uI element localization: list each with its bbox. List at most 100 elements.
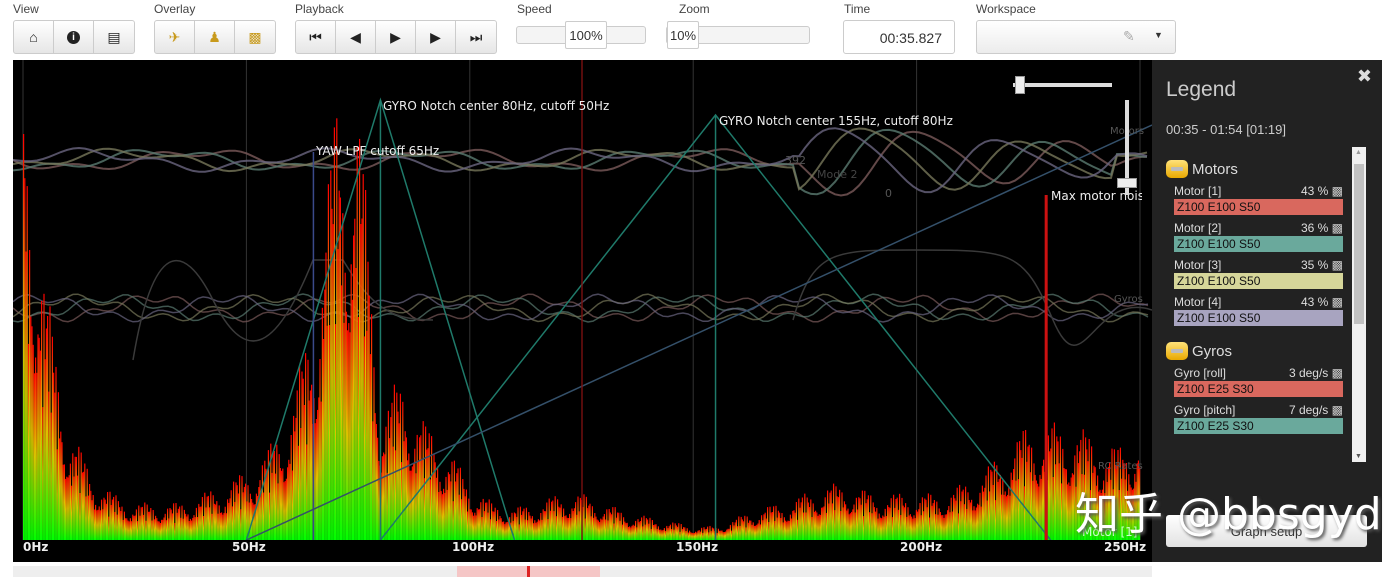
- legend-time-range: 00:35 - 01:54 [01:19]: [1166, 122, 1286, 137]
- step-back-button[interactable]: ◀: [336, 21, 376, 53]
- spectrum-icon[interactable]: ▩: [1332, 258, 1343, 272]
- field-setting[interactable]: Z100 E100 S50: [1174, 273, 1343, 289]
- step-forward-button[interactable]: ▶: [416, 21, 456, 53]
- spectrum-bar: [657, 526, 659, 540]
- field-setting[interactable]: Z100 E100 S50: [1174, 236, 1343, 252]
- spectrum-bar: [698, 530, 700, 540]
- spectrum-bar: [1053, 422, 1055, 540]
- jump-end-button[interactable]: ⏭: [456, 21, 496, 53]
- spectrum-bar: [840, 511, 842, 540]
- legend-field[interactable]: Motor [3] 35 % ▩ Z100 E100 S50: [1174, 258, 1343, 289]
- gyro-trace: [13, 293, 1149, 323]
- spectrum-bar: [956, 487, 958, 540]
- legend-field[interactable]: Motor [1] 43 % ▩ Z100 E100 S50: [1174, 184, 1343, 215]
- log-table-button[interactable]: ▤: [94, 21, 134, 53]
- close-icon[interactable]: ✖: [1357, 66, 1372, 87]
- legend-scrollbar[interactable]: ▲ ▼: [1352, 147, 1366, 462]
- spectrum-bar: [325, 252, 327, 540]
- collapse-toggle-icon[interactable]: [1166, 160, 1188, 178]
- legend-field[interactable]: Gyro [pitch] 7 deg/s ▩ Z100 E25 S30: [1174, 403, 1343, 434]
- field-setting[interactable]: Z100 E25 S30: [1174, 418, 1343, 434]
- spectrum-bar: [80, 452, 82, 540]
- spectrum-bar: [217, 513, 219, 540]
- spectrum-bar: [612, 507, 614, 540]
- spectrum-bar: [827, 490, 829, 540]
- play-button[interactable]: ▶: [376, 21, 416, 53]
- spectrum-icon[interactable]: ▩: [1332, 221, 1343, 235]
- spectrum-icon[interactable]: ▩: [1332, 366, 1343, 380]
- analyser-zoom-x-handle[interactable]: [1015, 76, 1025, 94]
- scroll-up-icon[interactable]: ▲: [1355, 149, 1362, 156]
- home-button[interactable]: ⌂: [14, 21, 54, 53]
- spectrum-bar: [1004, 491, 1006, 540]
- spectrum-bar: [710, 531, 712, 540]
- spectrum-bar: [965, 486, 967, 540]
- spectrum-bar: [542, 509, 544, 540]
- spectrum-bar: [567, 518, 569, 540]
- spectrum-bar: [362, 174, 364, 540]
- spectrum-bar: [515, 513, 517, 540]
- scroll-down-icon[interactable]: ▼: [1355, 453, 1362, 460]
- spectrum-bar: [853, 504, 855, 540]
- step-forward-icon: ▶: [430, 28, 441, 45]
- time-input[interactable]: 00:35.827: [843, 20, 955, 54]
- spectrum-bar: [111, 499, 113, 540]
- spectrum-bar: [983, 491, 985, 540]
- legend-group-gyros[interactable]: Gyros: [1166, 342, 1343, 360]
- spectrum-icon[interactable]: ▩: [1332, 403, 1343, 417]
- spectrum-bar: [861, 490, 863, 540]
- analyser-zoom-x-slider[interactable]: [1013, 83, 1112, 87]
- spectrum-bar: [480, 502, 482, 540]
- zoom-handle[interactable]: 10%: [667, 21, 699, 49]
- scrollbar-thumb[interactable]: [1354, 164, 1364, 324]
- spectrum-bar: [1056, 436, 1058, 540]
- spectrum-bar: [222, 514, 224, 540]
- spectrum-icon[interactable]: ▩: [1332, 295, 1343, 309]
- spectrum-bar: [461, 499, 463, 540]
- spectrum-bar: [530, 518, 532, 540]
- timeline-cursor[interactable]: [527, 566, 530, 577]
- spectrum-bar: [669, 524, 671, 540]
- speed-handle[interactable]: 100%: [565, 21, 607, 49]
- spectrum-bar: [317, 409, 319, 540]
- spectrum-bar: [243, 486, 245, 540]
- spectrum-bar: [613, 523, 615, 540]
- legend-group-motors[interactable]: Motors: [1166, 160, 1343, 178]
- info-button[interactable]: i: [54, 21, 94, 53]
- spectrum-bar: [907, 507, 909, 540]
- spectrum-graph[interactable]: [13, 60, 1152, 562]
- spectrum-bar: [168, 518, 170, 540]
- spectrum-bar: [429, 479, 431, 540]
- pencil-icon[interactable]: ✎: [1123, 28, 1135, 45]
- watermark: 知乎 @bbsgyd: [1075, 489, 1382, 540]
- analyser-zoom-y-handle[interactable]: [1117, 178, 1137, 188]
- spectrum-bar: [963, 504, 965, 540]
- sticks-overlay-button[interactable]: ♟: [195, 21, 235, 53]
- spectrum-bar: [463, 488, 465, 540]
- jump-start-button[interactable]: ⏮: [296, 21, 336, 53]
- legend-field[interactable]: Motor [4] 43 % ▩ Z100 E100 S50: [1174, 295, 1343, 326]
- spectrum-bar: [1049, 451, 1051, 540]
- spectrum-bar: [762, 520, 764, 540]
- spectrum-bar: [498, 519, 500, 540]
- legend-field[interactable]: Motor [2] 36 % ▩ Z100 E100 S50: [1174, 221, 1343, 252]
- craft-overlay-button[interactable]: ✈: [155, 21, 195, 53]
- spectrum-bar: [467, 511, 469, 540]
- workspace-select[interactable]: ✎ ▼: [976, 20, 1176, 54]
- spectrum-icon[interactable]: ▩: [1332, 184, 1343, 198]
- field-setting[interactable]: Z100 E25 S30: [1174, 381, 1343, 397]
- spectrum-bar: [974, 510, 976, 540]
- spectrum-bar: [522, 511, 524, 540]
- zoom-label: Zoom: [679, 2, 710, 16]
- analyser-overlay-button[interactable]: ▩: [235, 21, 275, 53]
- collapse-toggle-icon[interactable]: [1166, 342, 1188, 360]
- spectrum-bar: [439, 481, 441, 540]
- spectrum-bar: [756, 524, 758, 540]
- field-setting[interactable]: Z100 E100 S50: [1174, 310, 1343, 326]
- legend-field[interactable]: Gyro [roll] 3 deg/s ▩ Z100 E25 S30: [1174, 366, 1343, 397]
- caret-down-icon[interactable]: ▼: [1154, 30, 1163, 40]
- spectrum-bar: [900, 515, 902, 540]
- field-setting[interactable]: Z100 E100 S50: [1174, 199, 1343, 215]
- spectrum-bar: [744, 515, 746, 540]
- spectrum-bar: [27, 343, 29, 540]
